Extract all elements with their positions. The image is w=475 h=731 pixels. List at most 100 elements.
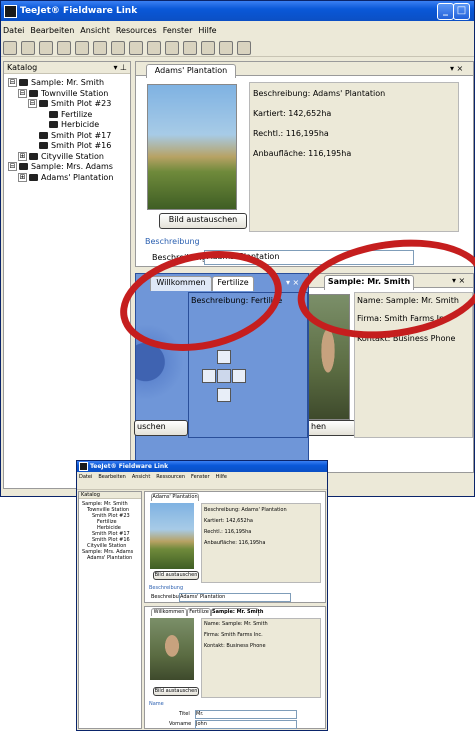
catalog-pin-icon[interactable]: ▾ ⊥ xyxy=(113,63,127,72)
inset-smith-button[interactable]: Bild austauschen xyxy=(153,687,199,696)
save-icon[interactable] xyxy=(39,40,53,55)
inset-toolbar xyxy=(77,481,327,490)
station-icon[interactable] xyxy=(201,40,215,55)
dock-down-icon[interactable] xyxy=(217,388,231,402)
app-icon xyxy=(4,4,17,18)
tree-item[interactable]: ⊟ Smith Plot #23 xyxy=(28,99,111,108)
redo-icon[interactable] xyxy=(129,40,143,55)
menu-fenster[interactable]: Fenster xyxy=(163,26,193,35)
tree-item[interactable]: Smith Plot #17 xyxy=(28,131,111,140)
tree-item-label: Smith Plot #16 xyxy=(51,141,112,150)
dock-left-icon[interactable] xyxy=(202,369,216,383)
menu-datei[interactable]: Datei xyxy=(3,26,24,35)
inset-tab-adams[interactable]: Adams' Plantation xyxy=(151,493,199,501)
title-bar[interactable]: TeeJet® Fieldware Link _ □ xyxy=(1,1,474,21)
inset-tab-smith[interactable]: Sample: Mr. Smith xyxy=(211,608,263,616)
inset-plantation-photo xyxy=(150,503,194,569)
inset-app-icon xyxy=(79,462,88,471)
section-heading: Beschreibung xyxy=(145,237,200,246)
sync-icon[interactable] xyxy=(165,40,179,55)
detail-description: Beschreibung: Adams' Plantation xyxy=(253,89,386,98)
field-icon[interactable] xyxy=(219,40,233,55)
inset-description-field[interactable]: Adams' Plantation xyxy=(179,593,291,602)
doc-close-icon[interactable]: ▾ × xyxy=(450,64,463,73)
expander-icon[interactable]: ⊟ xyxy=(8,78,17,87)
inset-bottom-details: Name: Sample: Mr. Smith Firma: Smith Far… xyxy=(201,618,321,698)
minimize-button[interactable]: _ xyxy=(437,3,454,20)
dock-right-icon[interactable] xyxy=(232,369,246,383)
inset-menu-ressourcen[interactable]: Ressourcen xyxy=(156,474,185,480)
person-icon xyxy=(19,79,28,86)
drag-replace-button[interactable]: uschen xyxy=(134,420,188,436)
tree-item[interactable]: ⊟ Sample: Mr. Smith xyxy=(8,78,104,87)
details-box: Beschreibung: Adams' Plantation Kartiert… xyxy=(249,82,459,232)
inset-catalog-header: Katalog xyxy=(79,492,141,499)
inset-section: Beschreibung xyxy=(149,585,184,591)
inset-name-section: Name xyxy=(149,701,164,707)
person-icon[interactable] xyxy=(183,40,197,55)
inset-tab-willkommen[interactable]: Willkommen xyxy=(151,608,187,616)
inset-menu-bearbeiten[interactable]: Bearbeiten xyxy=(98,474,125,480)
detail-acreage: Anbaufläche: 116,195ha xyxy=(253,149,352,158)
tab-adams-plantation[interactable]: Adams' Plantation xyxy=(146,64,236,78)
undo-icon[interactable] xyxy=(111,40,125,55)
person-icon xyxy=(19,163,28,170)
inset-tab-fertilize[interactable]: Fertilize xyxy=(187,608,211,616)
catalog-title: Katalog xyxy=(7,63,38,72)
dock-up-icon[interactable] xyxy=(217,350,231,364)
cut-icon[interactable] xyxy=(57,40,71,55)
tree-item[interactable]: Herbicide xyxy=(38,120,99,129)
menu-ansicht[interactable]: Ansicht xyxy=(80,26,110,35)
inset-vorname-field[interactable]: John xyxy=(195,720,297,729)
inset-tree-item[interactable]: Adams' Plantation xyxy=(87,555,132,561)
tree-item[interactable]: ⊞ Cityville Station xyxy=(18,151,104,161)
edit-icon[interactable] xyxy=(147,40,161,55)
dock-target[interactable] xyxy=(202,350,246,402)
field-icon xyxy=(39,131,48,139)
inset-menu-fenster[interactable]: Fenster xyxy=(191,474,210,480)
inset-top-details: Beschreibung: Adams' Plantation Kartiert… xyxy=(201,503,321,583)
catalog-header: Katalog ▾ ⊥ xyxy=(4,62,130,74)
tree-item[interactable]: ⊟ Townville Station xyxy=(18,88,108,98)
expander-icon[interactable]: ⊟ xyxy=(18,88,27,98)
expander-icon[interactable]: ⊞ xyxy=(18,151,27,161)
task-icon[interactable] xyxy=(237,40,251,55)
expander-icon[interactable]: ⊟ xyxy=(8,162,17,171)
catalog-panel: Katalog ▾ ⊥ ⊟ Sample: Mr. Smith ⊟ Townville… xyxy=(3,61,131,489)
tree-item-label: Herbicide xyxy=(61,120,100,129)
paste-icon[interactable] xyxy=(93,40,107,55)
tree-item[interactable]: Fertilize xyxy=(38,110,92,119)
main-window: TeeJet® Fieldware Link _ □ Datei Bearbei… xyxy=(0,0,475,497)
inset-detail-3: Anbaufläche: 116,195ha xyxy=(204,540,266,546)
tree-item[interactable]: ⊞ Adams' Plantation xyxy=(18,172,113,182)
smith-replace-button[interactable]: hen xyxy=(306,420,356,436)
inset-replace-button[interactable]: Bild austauschen xyxy=(153,571,199,580)
expander-icon[interactable]: ⊞ xyxy=(18,172,27,182)
detail-mapped: Kartiert: 142,652ha xyxy=(253,109,332,118)
inset-contact: Kontakt: Business Phone xyxy=(204,643,266,649)
menu-bearbeiten[interactable]: Bearbeiten xyxy=(30,26,74,35)
menu-resources[interactable]: Resources xyxy=(116,26,157,35)
menu-hilfe[interactable]: Hilfe xyxy=(198,26,216,35)
inset-titel-field[interactable]: Mr. xyxy=(195,710,297,719)
inset-doc-top: Adams' Plantation Bild austauschen Besch… xyxy=(144,491,326,603)
inset-title-bar[interactable]: TeeJet® Fieldware Link xyxy=(77,461,327,472)
station-icon xyxy=(29,173,38,181)
plantation-photo xyxy=(147,84,237,210)
inset-menu-hilfe[interactable]: Hilfe xyxy=(216,474,227,480)
expander-icon[interactable]: ⊟ xyxy=(28,99,37,108)
inset-menu-ansicht[interactable]: Ansicht xyxy=(132,474,150,480)
drag-close-icon[interactable]: ▾ × xyxy=(286,278,299,287)
inset-menu-bar: Datei Bearbeiten Ansicht Ressourcen Fens… xyxy=(79,473,325,481)
open-icon[interactable] xyxy=(21,40,35,55)
maximize-button[interactable]: □ xyxy=(453,3,470,20)
window-title: TeeJet® Fieldware Link xyxy=(20,6,138,16)
replace-image-button[interactable]: Bild austauschen xyxy=(159,213,247,229)
inset-titel-label: Titel xyxy=(179,711,190,717)
inset-menu-datei[interactable]: Datei xyxy=(79,474,92,480)
dock-center-icon[interactable] xyxy=(217,369,231,383)
copy-icon[interactable] xyxy=(75,40,89,55)
new-icon[interactable] xyxy=(3,40,17,55)
tree-item[interactable]: ⊟ Sample: Mrs. Adams xyxy=(8,162,113,171)
tree-item[interactable]: Smith Plot #16 xyxy=(28,141,111,150)
